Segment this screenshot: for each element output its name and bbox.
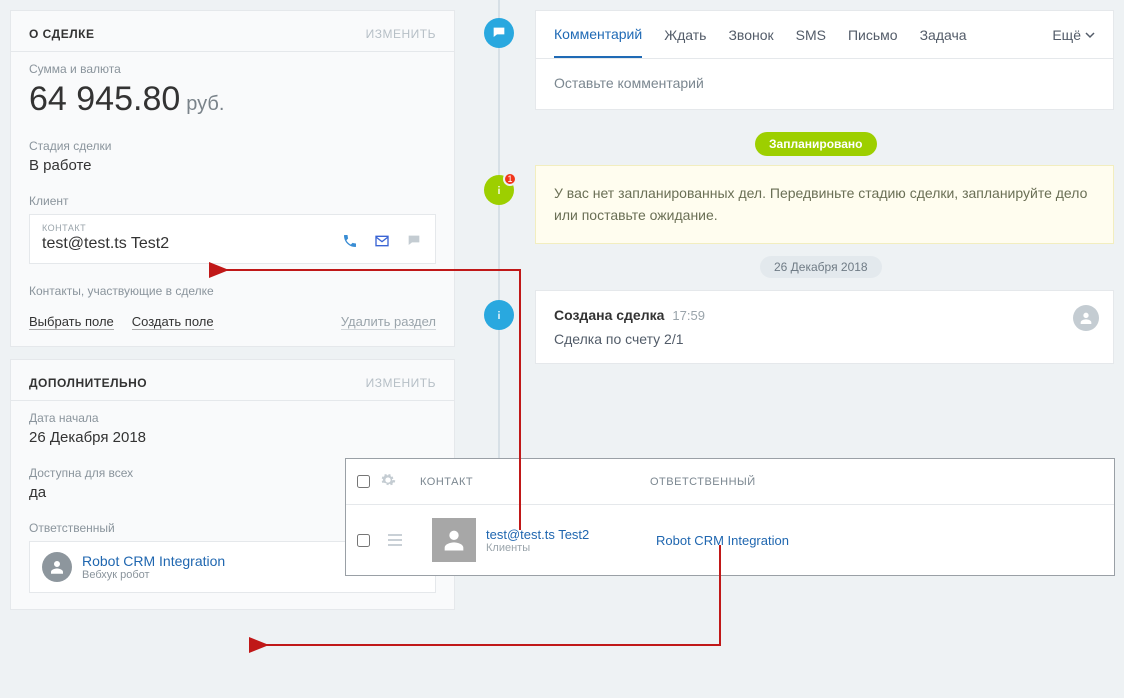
row-responsible-name[interactable]: Robot CRM Integration	[656, 533, 789, 548]
comment-bubble-icon	[484, 18, 514, 48]
row-checkbox[interactable]	[357, 534, 370, 547]
about-deal-card: О СДЕЛКЕ ИЗМЕНИТЬ Сумма и валюта 64 945.…	[10, 10, 455, 347]
row-contact-sub: Клиенты	[486, 542, 656, 554]
additional-edit-link[interactable]: ИЗМЕНИТЬ	[366, 376, 436, 390]
responsible-name: Robot CRM Integration	[82, 553, 225, 569]
col-contact: КОНТАКТ	[410, 476, 640, 488]
info-icon	[484, 300, 514, 330]
date-chip: 26 Декабря 2018	[760, 256, 882, 278]
client-label: Клиент	[29, 194, 436, 208]
avatar-icon	[1073, 305, 1099, 331]
client-contact-card[interactable]: КОНТАКТ test@test.ts Test2	[29, 214, 436, 264]
select-all-checkbox[interactable]	[357, 475, 370, 488]
planned-pill: Запланировано	[755, 132, 877, 156]
about-title: О СДЕЛКЕ	[29, 27, 94, 41]
select-field-link[interactable]: Выбрать поле	[29, 314, 114, 330]
phone-icon[interactable]	[341, 233, 359, 252]
event-body: Сделка по счету 2/1	[554, 331, 1095, 347]
planned-warning: У вас нет запланированных дел. Передвинь…	[535, 165, 1114, 244]
stage-value: В работе	[29, 157, 436, 174]
drag-handle-icon[interactable]	[380, 534, 410, 546]
tab-letter[interactable]: Письмо	[848, 13, 898, 57]
event-title: Создана сделка	[554, 307, 664, 323]
stage-label: Стадия сделки	[29, 139, 436, 153]
chevron-down-icon	[1085, 30, 1095, 40]
row-contact-name[interactable]: test@test.ts Test2	[486, 527, 656, 542]
comment-input[interactable]: Оставьте комментарий	[536, 59, 1113, 107]
gear-icon[interactable]	[380, 472, 410, 491]
tab-comment[interactable]: Комментарий	[554, 12, 642, 58]
amount-value: 64 945.80	[29, 80, 180, 118]
tab-call[interactable]: Звонок	[728, 13, 773, 57]
col-responsible: ОТВЕТСТВЕННЫЙ	[640, 476, 766, 488]
contacts-table: КОНТАКТ ОТВЕТСТВЕННЫЙ test@test.ts Test2…	[345, 458, 1115, 576]
person-icon	[432, 518, 476, 562]
about-edit-link[interactable]: ИЗМЕНИТЬ	[366, 27, 436, 41]
sum-label: Сумма и валюта	[29, 62, 436, 76]
tab-sms[interactable]: SMS	[796, 13, 826, 57]
mail-icon[interactable]	[373, 233, 391, 252]
timeline-line	[498, 0, 500, 470]
participants-label: Контакты, участвующие в сделке	[11, 276, 454, 310]
info-icon: 1	[484, 175, 514, 205]
activity-tabs-panel: Комментарий Ждать Звонок SMS Письмо Зада…	[535, 10, 1114, 110]
avatar-icon	[42, 552, 72, 582]
currency-value: руб.	[186, 93, 224, 115]
start-date-value: 26 Декабря 2018	[29, 429, 436, 446]
responsible-sub: Вебхук робот	[82, 569, 225, 581]
event-time: 17:59	[672, 308, 705, 323]
chat-icon[interactable]	[405, 233, 423, 252]
delete-section-link[interactable]: Удалить раздел	[341, 314, 436, 330]
tab-wait[interactable]: Ждать	[664, 13, 706, 57]
notification-badge: 1	[503, 172, 517, 186]
event-card: Создана сделка 17:59 Сделка по счету 2/1	[535, 290, 1114, 364]
additional-title: ДОПОЛНИТЕЛЬНО	[29, 376, 147, 390]
contact-type: КОНТАКТ	[42, 223, 423, 233]
tab-task[interactable]: Задача	[920, 13, 967, 57]
table-row[interactable]: test@test.ts Test2 Клиенты Robot CRM Int…	[346, 505, 1114, 575]
tab-more[interactable]: Ещё	[1052, 13, 1095, 57]
create-field-link[interactable]: Создать поле	[132, 314, 214, 330]
start-date-label: Дата начала	[29, 411, 436, 425]
